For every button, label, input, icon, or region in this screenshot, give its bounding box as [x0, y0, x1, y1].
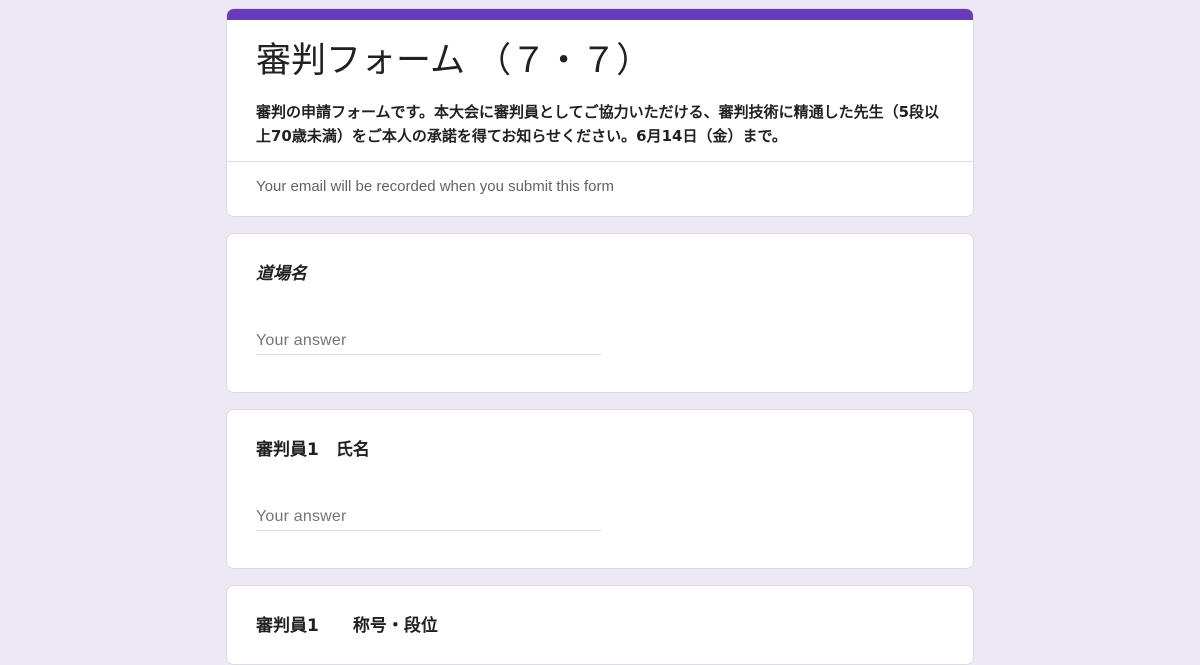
question-title: 審判員1 氏名	[256, 440, 370, 460]
header-divider	[227, 161, 973, 162]
form-header-card: 審判フォーム （７・７） 審判の申請フォームです。本大会に審判員としてご協力いた…	[226, 8, 974, 217]
email-recorded-notice: Your email will be recorded when you sub…	[256, 178, 614, 195]
referee1-name-answer-input[interactable]	[256, 504, 601, 531]
form-accent-bar	[227, 9, 973, 20]
question-card-dojo-name: 道場名	[226, 233, 974, 393]
question-title: 審判員1 称号・段位	[256, 616, 438, 636]
form-description: 審判の申請フォームです。本大会に審判員としてご協力いただける、審判技術に精通した…	[256, 103, 940, 145]
question-card-referee1-name: 審判員1 氏名	[226, 409, 974, 569]
question-title: 道場名	[256, 264, 307, 284]
form-column: 審判フォーム （７・７） 審判の申請フォームです。本大会に審判員としてご協力いた…	[226, 8, 974, 665]
dojo-name-answer-input[interactable]	[256, 328, 601, 355]
form-title: 審判フォーム （７・７）	[256, 41, 652, 81]
question-card-referee1-rank: 審判員1 称号・段位	[226, 585, 974, 665]
